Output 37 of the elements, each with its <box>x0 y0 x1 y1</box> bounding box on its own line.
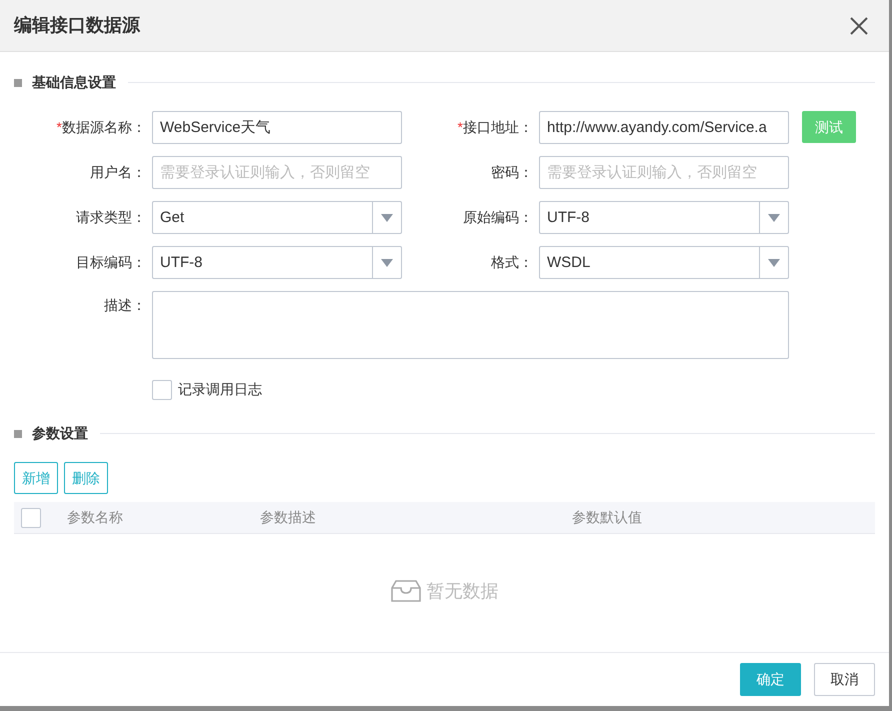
field-label: *接口地址： <box>456 118 534 137</box>
dropdown-field[interactable]: UTF-8 <box>539 201 789 234</box>
field-label: *数据源名称： <box>56 118 147 137</box>
dropdown-field[interactable]: WSDL <box>539 246 789 279</box>
column-header: 参数描述 <box>260 508 317 527</box>
cancel-button[interactable]: 取消 <box>814 663 875 696</box>
caret-icon <box>381 258 393 266</box>
field-label: 描述： <box>103 296 147 315</box>
square-icon <box>14 78 22 86</box>
field-label: 目标编码： <box>75 253 147 272</box>
field-label: 密码： <box>490 163 534 182</box>
empty-message: 暂无数据 <box>426 580 498 602</box>
input-field[interactable]: 需要登录认证则输入，否则留空 <box>539 156 789 189</box>
input-field[interactable]: 需要登录认证则输入，否则留空 <box>152 156 402 189</box>
caret-icon <box>768 258 780 266</box>
input-field[interactable]: WebService天气 <box>152 111 402 144</box>
field-label: 请求类型： <box>75 208 147 227</box>
checkbox[interactable] <box>152 380 172 400</box>
dropdown-field[interactable]: Get <box>152 201 402 234</box>
inbox-icon <box>390 580 420 602</box>
close-button[interactable] <box>849 16 869 36</box>
section-title: 参数设置 <box>32 424 88 443</box>
dialog-title: 编辑接口数据源 <box>14 14 140 37</box>
field-label: 用户名： <box>89 163 147 182</box>
column-header: 参数名称 <box>67 508 124 527</box>
field-label: 格式： <box>490 253 534 272</box>
caret-icon <box>768 214 780 222</box>
dropdown-field[interactable]: UTF-8 <box>152 246 402 279</box>
field-label: 原始编码： <box>462 208 534 227</box>
square-icon <box>14 430 22 438</box>
checkbox-label: 记录调用日志 <box>178 380 262 399</box>
input-field[interactable]: http://www.ayandy.com/Service.a <box>539 111 789 144</box>
description-field[interactable] <box>152 291 789 359</box>
column-header: 参数默认值 <box>572 508 643 527</box>
section-title: 基础信息设置 <box>32 73 116 92</box>
checkbox[interactable] <box>21 508 41 528</box>
caret-icon <box>381 214 393 222</box>
